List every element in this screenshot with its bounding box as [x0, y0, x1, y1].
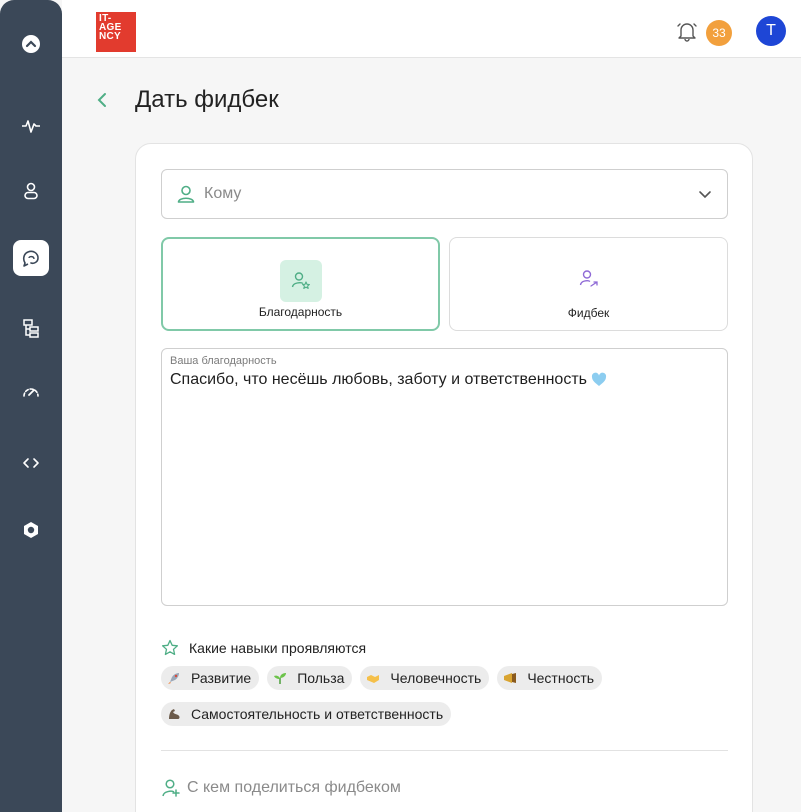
- user-icon: [24, 182, 38, 200]
- gratitude-icon-box: [279, 260, 322, 302]
- gear-icon: [24, 522, 38, 538]
- skill-chip-label: Человечность: [390, 670, 482, 686]
- back-button[interactable]: [95, 90, 109, 110]
- skills-title: Какие навыки проявляются: [189, 640, 367, 656]
- feedback-form-card: Кому Благодарность Фидбек Ваша благодарн…: [135, 143, 753, 812]
- share-with-field[interactable]: С кем поделиться фидбеком: [161, 778, 401, 798]
- recipient-placeholder: Кому: [204, 185, 242, 202]
- sidebar-item-feedback[interactable]: [13, 240, 49, 276]
- message-value: Спасибо, что несёшь любовь, заботу и отв…: [170, 371, 587, 388]
- skills-chip-list: Развитие Польза Человечность Честность С…: [161, 666, 731, 738]
- user-arrow-icon: [579, 270, 598, 287]
- notifications-badge[interactable]: 33: [706, 20, 732, 46]
- skill-chip[interactable]: Польза: [267, 666, 353, 690]
- speedometer-icon: [23, 388, 39, 397]
- message-label: Ваша благодарность: [170, 355, 277, 367]
- star-icon: [161, 639, 179, 656]
- chat-bubbles-icon: [22, 250, 39, 267]
- skill-chip[interactable]: Человечность: [360, 666, 490, 690]
- sidebar-item-home[interactable]: [13, 26, 49, 62]
- type-label: Фидбек: [567, 306, 610, 320]
- sidebar-item-activity[interactable]: [13, 108, 49, 144]
- megaphone-icon: [504, 673, 517, 683]
- skills-heading: Какие навыки проявляются: [161, 639, 366, 657]
- chevron-left-icon: [97, 93, 106, 107]
- chevron-up-circle-icon: [22, 35, 40, 53]
- sidebar-item-structure[interactable]: [13, 310, 49, 346]
- chip-row: Самостоятельность и ответственность: [161, 702, 731, 726]
- page-title: Дать фидбек: [135, 86, 279, 113]
- sidebar-item-metrics[interactable]: [13, 374, 49, 410]
- skill-chip-label: Польза: [297, 670, 345, 686]
- type-label: Благодарность: [258, 305, 343, 319]
- user-icon: [177, 185, 195, 203]
- bell-icon[interactable]: [676, 20, 698, 42]
- share-label: С кем поделиться фидбеком: [187, 779, 401, 796]
- user-avatar[interactable]: T: [756, 16, 786, 46]
- skill-chip[interactable]: Самостоятельность и ответственность: [161, 702, 452, 726]
- message-value-row: Спасибо, что несёшь любовь, заботу и отв…: [170, 371, 719, 389]
- rocket-icon: [168, 673, 179, 684]
- message-textarea[interactable]: Ваша благодарность Спасибо, что несёшь л…: [161, 348, 728, 606]
- sidebar: [0, 0, 62, 812]
- type-option-feedback[interactable]: Фидбек: [449, 237, 728, 331]
- recipient-select[interactable]: Кому: [161, 169, 728, 219]
- skill-chip[interactable]: Развитие: [161, 666, 260, 690]
- skill-chip-label: Честность: [527, 670, 595, 686]
- org-structure-icon: [23, 319, 39, 338]
- pulse-icon: [22, 120, 40, 133]
- muscle-icon: [169, 709, 180, 719]
- skill-chip-label: Развитие: [191, 670, 252, 686]
- blue-heart-icon: [591, 372, 607, 386]
- sidebar-item-settings[interactable]: [13, 512, 49, 548]
- chevron-down-icon: [699, 191, 711, 199]
- logo-line: NCY: [99, 31, 122, 42]
- section-divider: [161, 750, 728, 751]
- top-header: IT- AGE NCY 33 T: [62, 0, 801, 58]
- skill-chip[interactable]: Честность: [497, 666, 603, 690]
- skill-chip-label: Самостоятельность и ответственность: [191, 706, 444, 722]
- handshake-icon: [367, 675, 380, 683]
- chip-row: Развитие Польза Человечность Честность: [161, 666, 731, 690]
- user-star-icon: [291, 272, 310, 289]
- sidebar-item-profile[interactable]: [13, 173, 49, 209]
- type-option-gratitude[interactable]: Благодарность: [161, 237, 440, 331]
- code-arrows-icon: [23, 458, 39, 468]
- company-logo[interactable]: IT- AGE NCY: [96, 12, 136, 52]
- sprout-icon: [274, 673, 287, 684]
- add-user-icon: [162, 779, 180, 797]
- sidebar-item-integrations[interactable]: [13, 445, 49, 481]
